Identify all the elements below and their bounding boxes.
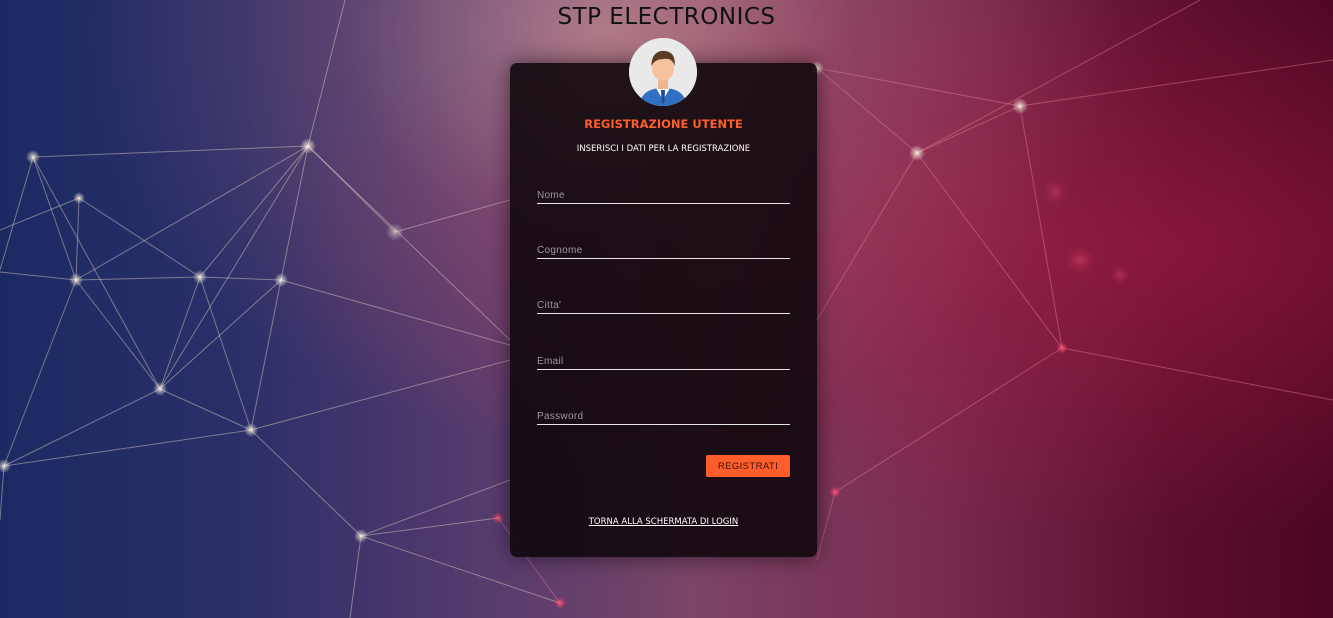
cognome-field: [537, 238, 790, 260]
citta-field: [537, 293, 790, 315]
cognome-input[interactable]: [537, 241, 790, 260]
back-to-login-link[interactable]: TORNA ALLA SCHERMATA DI LOGIN: [510, 517, 817, 527]
registration-subtitle: INSERISCI I DATI PER LA REGISTRAZIONE: [576, 144, 751, 154]
nome-field: [537, 183, 790, 205]
register-button[interactable]: REGISTRATI: [706, 455, 790, 477]
password-field: [537, 404, 790, 426]
citta-input[interactable]: [537, 296, 790, 315]
email-input[interactable]: [537, 352, 790, 371]
user-avatar-icon: [629, 38, 697, 106]
registration-title: REGISTRAZIONE UTENTE: [584, 117, 743, 131]
nome-input[interactable]: [537, 186, 790, 205]
password-input[interactable]: [537, 407, 790, 426]
email-field: [537, 349, 790, 371]
brand-title: STP ELECTRONICS: [557, 4, 776, 30]
